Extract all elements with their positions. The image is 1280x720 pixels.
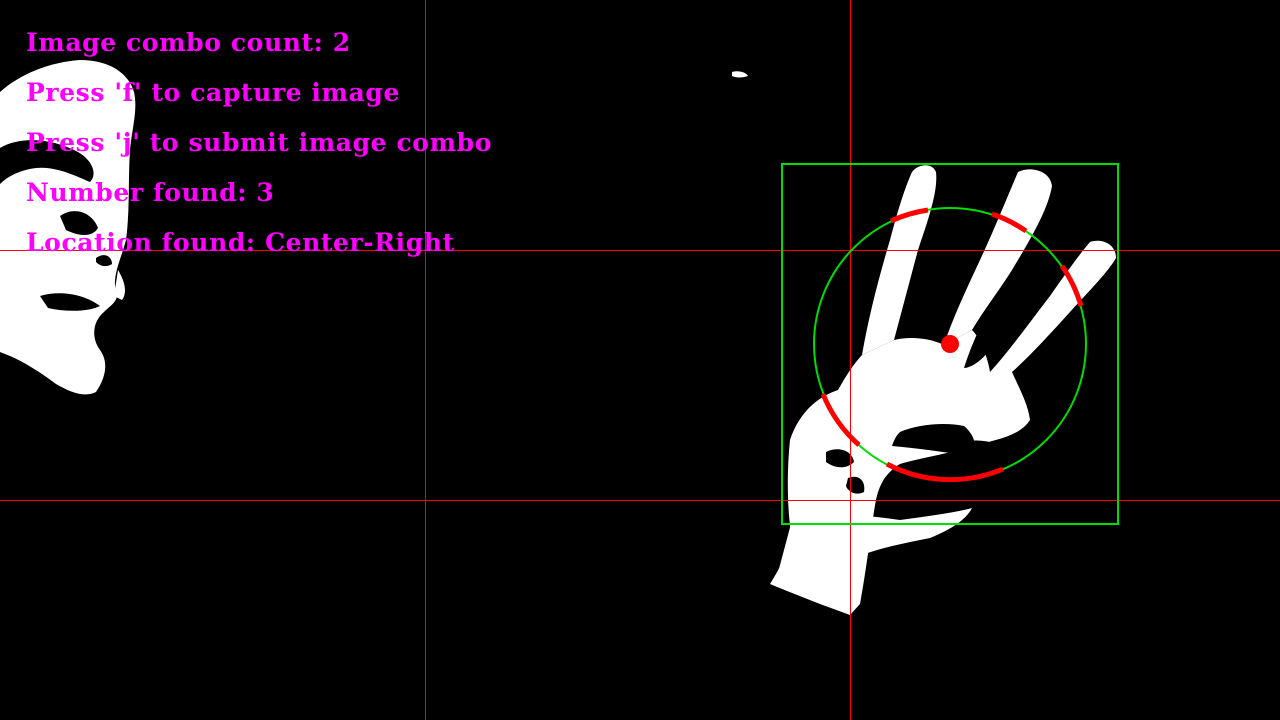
number-found-text: Number found: 3 xyxy=(26,178,275,207)
capture-hint-text: Press 'f' to capture image xyxy=(26,78,400,107)
submit-hint-text: Press 'j' to submit image combo xyxy=(26,128,492,157)
location-found-text: Location found: Center-Right xyxy=(26,228,455,257)
combo-count-text: Image combo count: 2 xyxy=(26,28,351,57)
camera-view xyxy=(0,0,1280,720)
black-background xyxy=(0,0,1280,720)
palm-center-dot xyxy=(941,335,959,353)
